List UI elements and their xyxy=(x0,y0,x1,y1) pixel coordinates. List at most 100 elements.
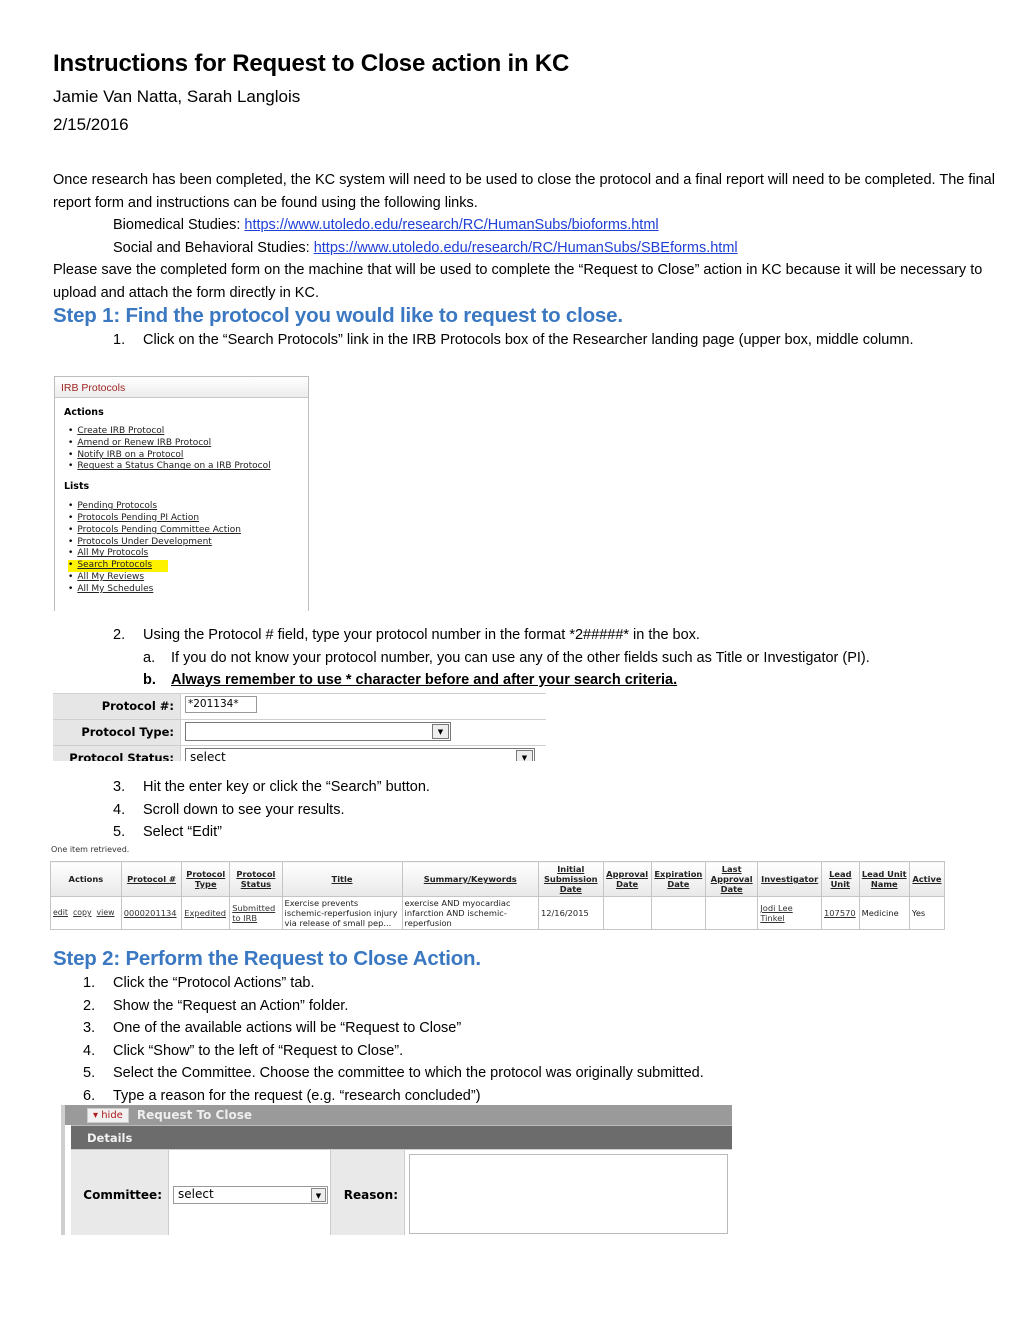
irb-protocols-box: IRB Protocols Actions Create IRB Protoco… xyxy=(54,376,309,611)
irb-action-status-change[interactable]: Request a Status Change on a IRB Protoco… xyxy=(68,461,308,473)
sbe-label: Social and Behavioral Studies: xyxy=(113,239,314,256)
chevron-down-icon: ▼ xyxy=(311,1188,326,1202)
document-date: 2/15/2016 xyxy=(53,115,129,134)
document-title: Instructions for Request to Close action… xyxy=(53,50,570,77)
step2-item-6: 6. Type a reason for the request (e.g. “r… xyxy=(83,1087,481,1104)
irb-lists-list: Pending Protocols Protocols Pending PI A… xyxy=(68,501,308,595)
step1-item-2-text: Using the Protocol # field, type your pr… xyxy=(143,627,700,643)
lead-unit-link[interactable]: 107570 xyxy=(824,908,856,918)
col-initial-submission[interactable]: Initial Submission Date xyxy=(537,861,604,897)
col-active[interactable]: Active xyxy=(908,861,946,897)
step1-item-3: 3. Hit the enter key or click the “Search… xyxy=(113,779,430,795)
protocol-number-label: Protocol #: xyxy=(53,694,181,719)
investigator-link[interactable]: Jodi Lee Tinkel xyxy=(760,903,792,923)
col-last-approval[interactable]: Last Approval Date xyxy=(704,861,759,897)
protocol-type-link[interactable]: Expedited xyxy=(184,908,226,918)
protocol-type-select[interactable]: ▼ xyxy=(185,722,451,741)
request-to-close-title: Request To Close xyxy=(136,1108,252,1122)
step2-item-4: 4. Click “Show” to the left of “Request t… xyxy=(83,1042,404,1059)
reason-textarea[interactable] xyxy=(409,1154,728,1234)
col-lead-unit-name[interactable]: Lead Unit Name xyxy=(858,861,910,897)
protocol-type-row: Protocol Type: ▼ xyxy=(53,719,546,745)
irb-actions-list: Create IRB Protocol Amend or Renew IRB P… xyxy=(68,426,308,473)
copy-link[interactable]: copy xyxy=(73,908,92,917)
committee-label: Committee: xyxy=(71,1150,169,1235)
results-status: One item retrieved. xyxy=(51,845,130,854)
irb-list-pending-pi[interactable]: Protocols Pending PI Action xyxy=(68,513,308,525)
step1-item-5: 5. Select “Edit” xyxy=(113,824,222,840)
col-summary[interactable]: Summary/Keywords xyxy=(401,861,539,897)
hide-button[interactable]: ▾ hide xyxy=(87,1107,129,1123)
col-protocol-status[interactable]: Protocol Status xyxy=(229,861,283,897)
col-actions: Actions xyxy=(50,861,122,897)
protocol-number-link[interactable]: 0000201134 xyxy=(124,908,177,918)
biomedical-label: Biomedical Studies: xyxy=(113,217,245,233)
protocol-summary: exercise AND myocardiac infarction AND i… xyxy=(401,896,539,930)
irb-action-create[interactable]: Create IRB Protocol xyxy=(68,426,308,438)
irb-action-notify[interactable]: Notify IRB on a Protocol xyxy=(68,450,308,462)
step1-item-1-text: Click on the “Search Protocols” link in … xyxy=(143,332,914,348)
protocol-status-label: Protocol Status: xyxy=(53,746,181,761)
edit-link[interactable]: edit xyxy=(53,908,68,917)
expiration-date xyxy=(650,896,707,930)
irb-list-pending-committee[interactable]: Protocols Pending Committee Action xyxy=(68,525,308,537)
step2-item-5: 5. Select the Committee. Choose the commi… xyxy=(83,1065,704,1081)
active-status: Yes xyxy=(908,896,946,930)
step1-item-4: 4. Scroll down to see your results. xyxy=(113,801,345,818)
protocol-number-input[interactable]: *201134* xyxy=(185,696,257,713)
step1-item-1-num: 1. xyxy=(113,332,126,348)
chevron-down-icon: ▼ xyxy=(432,724,449,739)
irb-list-under-development[interactable]: Protocols Under Development xyxy=(68,537,308,549)
authors: Jamie Van Natta, Sarah Langlois xyxy=(53,87,301,106)
step1-items-3-5: 3. Hit the enter key or click the “Search… xyxy=(113,776,913,844)
protocol-title: Exercise prevents ischemic-reperfusion i… xyxy=(281,896,403,930)
results-header-row: Actions Protocol # Protocol Type Protoco… xyxy=(50,861,946,897)
protocol-number-row: Protocol #: *201134* xyxy=(53,693,546,719)
chevron-down-icon: ▼ xyxy=(516,750,533,761)
results-table: Actions Protocol # Protocol Type Protoco… xyxy=(50,861,946,930)
save-form-paragraph: Please save the completed form on the ma… xyxy=(53,262,983,301)
biomedical-link-line: Biomedical Studies: https://www.utoledo.… xyxy=(53,214,1003,237)
request-to-close-header: ▾ hide Request To Close xyxy=(65,1105,732,1125)
view-link[interactable]: view xyxy=(97,908,115,917)
col-title[interactable]: Title xyxy=(281,861,403,897)
table-row: edit copy view 0000201134 Expedited Subm… xyxy=(50,896,946,930)
col-protocol-type[interactable]: Protocol Type xyxy=(181,861,231,897)
protocol-status-row: Protocol Status: select ▼ xyxy=(53,745,546,761)
intro-section: Once research has been completed, the KC… xyxy=(53,169,1003,304)
col-lead-unit[interactable]: Lead Unit xyxy=(820,861,860,897)
reason-label: Reason: xyxy=(331,1150,405,1235)
protocol-status-link[interactable]: Submitted to IRB xyxy=(232,903,275,923)
protocol-status-select[interactable]: select ▼ xyxy=(185,748,535,761)
step1-item-1: 1. Click on the “Search Protocols” link … xyxy=(113,329,993,352)
irb-list-search-protocols[interactable]: Search Protocols xyxy=(68,560,168,572)
irb-action-amend[interactable]: Amend or Renew IRB Protocol xyxy=(68,438,308,450)
sbe-link[interactable]: https://www.utoledo.edu/research/RC/Huma… xyxy=(314,240,738,256)
request-to-close-panel: ▾ hide Request To Close Details Committe… xyxy=(61,1105,732,1235)
step2-item-2: 2. Show the “Request an Action” folder. xyxy=(83,997,349,1014)
intro-paragraph: Once research has been completed, the KC… xyxy=(53,172,995,211)
irb-list-all-my-protocols[interactable]: All My Protocols xyxy=(68,548,308,560)
col-approval-date[interactable]: Approval Date xyxy=(602,861,652,897)
col-protocol-number[interactable]: Protocol # xyxy=(120,861,183,897)
irb-list-pending[interactable]: Pending Protocols xyxy=(68,501,308,513)
step1-heading: Step 1: Find the protocol you would like… xyxy=(53,304,623,327)
irb-list-all-my-reviews[interactable]: All My Reviews xyxy=(68,572,308,584)
col-investigator[interactable]: Investigator xyxy=(757,861,822,897)
lead-unit-name: Medicine xyxy=(858,896,910,930)
biomedical-link[interactable]: https://www.utoledo.edu/research/RC/Huma… xyxy=(244,217,658,233)
details-subheader: Details xyxy=(71,1125,732,1149)
col-expiration-date[interactable]: Expiration Date xyxy=(650,861,707,897)
step1-subitem-b: b. Always remember to use * character bef… xyxy=(143,672,678,688)
step2-heading: Step 2: Perform the Request to Close Act… xyxy=(53,947,481,970)
irb-lists-heading: Lists xyxy=(64,481,90,493)
irb-list-all-my-schedules[interactable]: All My Schedules xyxy=(68,584,308,596)
step2-item-1: 1. Click the “Protocol Actions” tab. xyxy=(83,975,315,991)
protocol-search-form: Protocol #: *201134* Protocol Type: ▼ Pr… xyxy=(53,693,546,761)
step1-item-2: 2. Using the Protocol # field, type your … xyxy=(113,624,1003,692)
approval-date xyxy=(602,896,652,930)
committee-select[interactable]: select ▼ xyxy=(173,1186,328,1204)
last-approval-date xyxy=(704,896,759,930)
step1-subitem-a: a. If you do not know your protocol numbe… xyxy=(143,649,870,666)
step2-list: 1. Click the “Protocol Actions” tab. 2. Sh… xyxy=(83,972,963,1107)
